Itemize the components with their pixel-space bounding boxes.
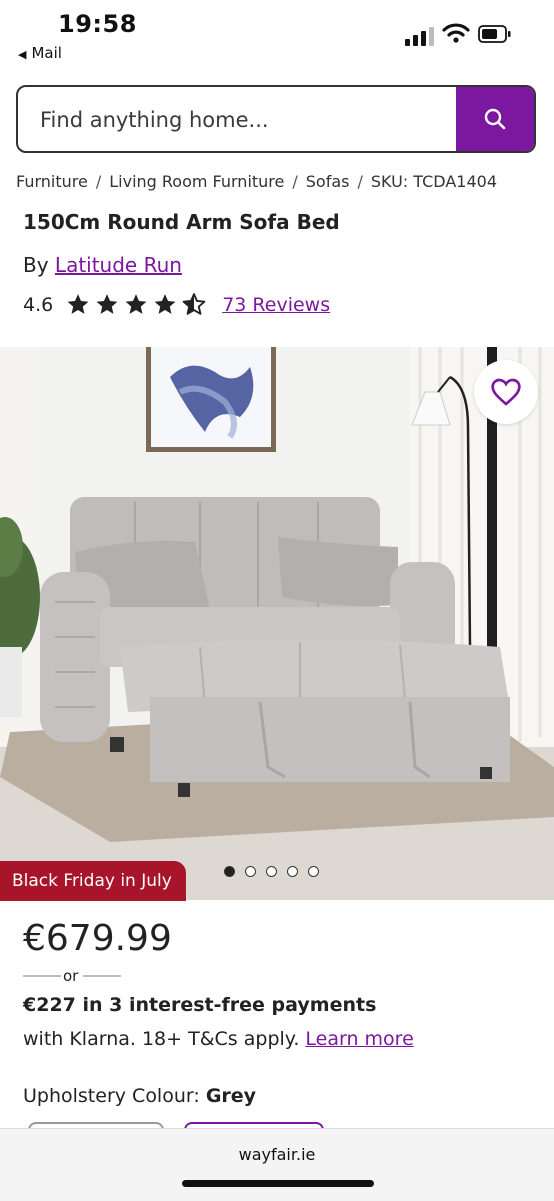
learn-more-link[interactable]: Learn more (305, 1028, 413, 1050)
star-half-icon (182, 293, 206, 315)
address-bar[interactable]: wayfair.ie (0, 1145, 554, 1164)
breadcrumb: Furniture / Living Room Furniture / Sofas / SK… (16, 172, 497, 191)
search-button[interactable] (456, 87, 534, 151)
star-full-icon (67, 294, 89, 314)
carousel-dot-3[interactable] (266, 866, 277, 877)
klarna-installment: €227 in 3 interest-free payments (23, 994, 377, 1016)
star-rating[interactable] (65, 292, 210, 317)
brand-link[interactable]: Latitude Run (55, 253, 182, 277)
carousel-dot-2[interactable] (245, 866, 256, 877)
star-full-icon (154, 294, 176, 314)
heart-icon (491, 378, 521, 406)
breadcrumb-sku: SKU: TCDA1404 (370, 172, 497, 191)
product-price: €679.99 (23, 918, 172, 959)
rating-row: 4.6 73 Reviews (23, 292, 330, 317)
divider-line (23, 975, 61, 977)
browser-bottom-bar: wayfair.ie (0, 1128, 554, 1201)
carousel-dot-1[interactable] (224, 866, 235, 877)
carousel-dot-5[interactable] (308, 866, 319, 877)
promo-badge: Black Friday in July (0, 861, 186, 901)
star-full-icon (125, 294, 147, 314)
breadcrumb-separator: / (95, 172, 102, 191)
product-brand-line: By Latitude Run (23, 253, 182, 277)
back-to-mail-button[interactable]: ◀ Mail (18, 44, 62, 62)
carousel-dot-4[interactable] (287, 866, 298, 877)
upholstery-colour: Upholstery Colour: Grey (23, 1085, 256, 1107)
upholstery-label: Upholstery Colour: (23, 1085, 200, 1107)
by-label: By (23, 253, 49, 277)
or-divider: or (23, 966, 123, 986)
search-input[interactable] (38, 101, 452, 139)
wifi-icon (442, 23, 470, 43)
klarna-terms-text: with Klarna. 18+ T&Cs apply. (23, 1028, 300, 1050)
battery-icon (478, 25, 511, 43)
add-to-favorites-button[interactable] (474, 360, 538, 424)
home-indicator[interactable] (182, 1180, 374, 1187)
status-time: 19:58 (58, 10, 137, 38)
breadcrumb-living-room-furniture[interactable]: Living Room Furniture (109, 172, 284, 191)
rating-value: 4.6 (23, 293, 54, 316)
back-app-label: Mail (31, 44, 62, 62)
or-label: or (63, 967, 79, 985)
search-icon (484, 108, 506, 130)
breadcrumb-sofas[interactable]: Sofas (306, 172, 350, 191)
breadcrumb-separator: / (357, 172, 363, 191)
back-triangle-icon: ◀ (18, 48, 27, 61)
search-bar (16, 85, 536, 153)
star-full-icon (96, 294, 118, 314)
divider-line (83, 975, 121, 977)
klarna-terms: with Klarna. 18+ T&Cs apply. Learn more (23, 1028, 414, 1050)
status-bar: 19:58 ◀ Mail (0, 0, 554, 66)
carousel-dots[interactable] (224, 866, 329, 877)
product-title: 150Cm Round Arm Sofa Bed (23, 210, 340, 234)
breadcrumb-separator: / (292, 172, 298, 191)
breadcrumb-furniture[interactable]: Furniture (16, 172, 88, 191)
reviews-link[interactable]: 73 Reviews (222, 294, 330, 316)
cellular-signal-icon (405, 27, 434, 46)
product-image[interactable] (0, 347, 554, 900)
upholstery-value: Grey (205, 1085, 257, 1107)
